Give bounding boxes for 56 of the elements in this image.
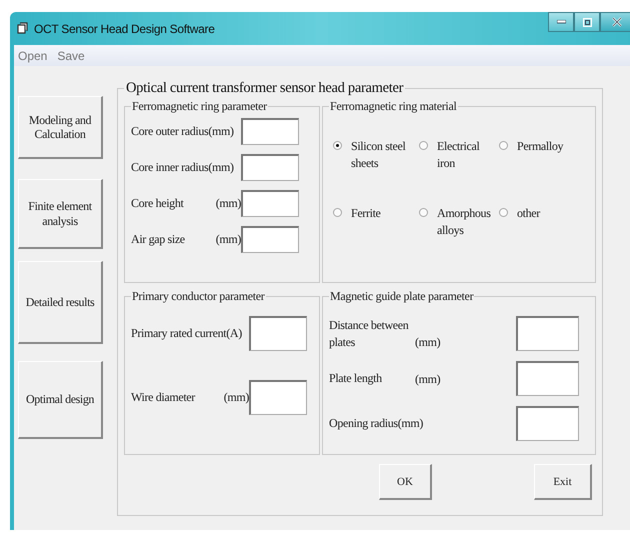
group-title: Primary conductor parameter <box>131 289 266 304</box>
field-label: Distance between plates <box>329 317 410 350</box>
app-icon <box>16 22 29 35</box>
minimize-icon <box>556 20 566 24</box>
dialog-button[interactable]: OK <box>379 464 432 500</box>
close-icon <box>612 17 622 27</box>
input-field[interactable] <box>241 190 299 217</box>
option-label: Amorphous alloys <box>437 204 492 240</box>
input-field[interactable] <box>516 406 579 441</box>
field-label: Plate length <box>329 370 383 387</box>
radio-button[interactable] <box>499 141 508 150</box>
group-title: Optical current transformer sensor head parameter <box>125 80 404 97</box>
unit-label: (mm) <box>415 372 440 387</box>
field-label: Wire diameter <box>131 390 195 405</box>
radio-button[interactable] <box>333 141 342 150</box>
radio-button[interactable] <box>499 208 508 217</box>
maximize-button[interactable] <box>574 12 600 32</box>
input-field[interactable] <box>249 316 307 351</box>
input-field[interactable] <box>241 226 299 253</box>
input-field[interactable] <box>241 154 299 181</box>
maximize-icon <box>582 18 592 26</box>
unit-label: (mm) <box>216 196 241 211</box>
input-field[interactable] <box>516 361 579 396</box>
option-label: Permalloy <box>517 138 564 155</box>
unit-label: (mm) <box>224 390 249 405</box>
minimize-button[interactable] <box>548 12 574 32</box>
option-label: Ferrite <box>351 204 382 222</box>
field-label: Air gap size <box>131 232 185 247</box>
option-label: Silicon steel sheets <box>351 138 406 172</box>
unit-label: (mm) <box>216 232 241 247</box>
option-label: Electrical iron <box>437 138 480 172</box>
unit-label: (mm) <box>415 334 440 350</box>
field-label: Primary rated current(A) <box>131 326 242 341</box>
window-title: OCT Sensor Head Design Software <box>34 22 215 36</box>
group-title: Magnetic guide plate parameter <box>329 289 474 304</box>
radio-button[interactable] <box>419 141 428 150</box>
field-label: Core height <box>131 196 184 211</box>
nav-button[interactable]: Modeling and Calculation <box>18 96 103 159</box>
option-label: other <box>517 204 542 222</box>
menu-item[interactable]: Open <box>18 48 48 62</box>
nav-button[interactable]: Optimal design <box>18 361 103 439</box>
dialog-button[interactable]: Exit <box>534 464 592 500</box>
radio-button[interactable] <box>333 208 342 217</box>
field-label: Core inner radius(mm) <box>131 160 234 175</box>
group-title: Ferromagnetic ring parameter <box>131 99 268 114</box>
field-label: Opening radius(mm) <box>329 416 424 431</box>
radio-button[interactable] <box>419 208 428 217</box>
input-field[interactable] <box>249 380 307 415</box>
menu-item[interactable]: Save <box>57 48 85 62</box>
nav-button[interactable]: Finite element analysis <box>18 179 103 249</box>
group-title: Ferromagnetic ring material <box>329 99 458 114</box>
input-field[interactable] <box>241 118 299 145</box>
field-label: Core outer radius(mm) <box>131 124 234 139</box>
input-field[interactable] <box>516 316 579 351</box>
close-button[interactable] <box>600 12 630 32</box>
nav-button[interactable]: Detailed results <box>18 261 103 344</box>
